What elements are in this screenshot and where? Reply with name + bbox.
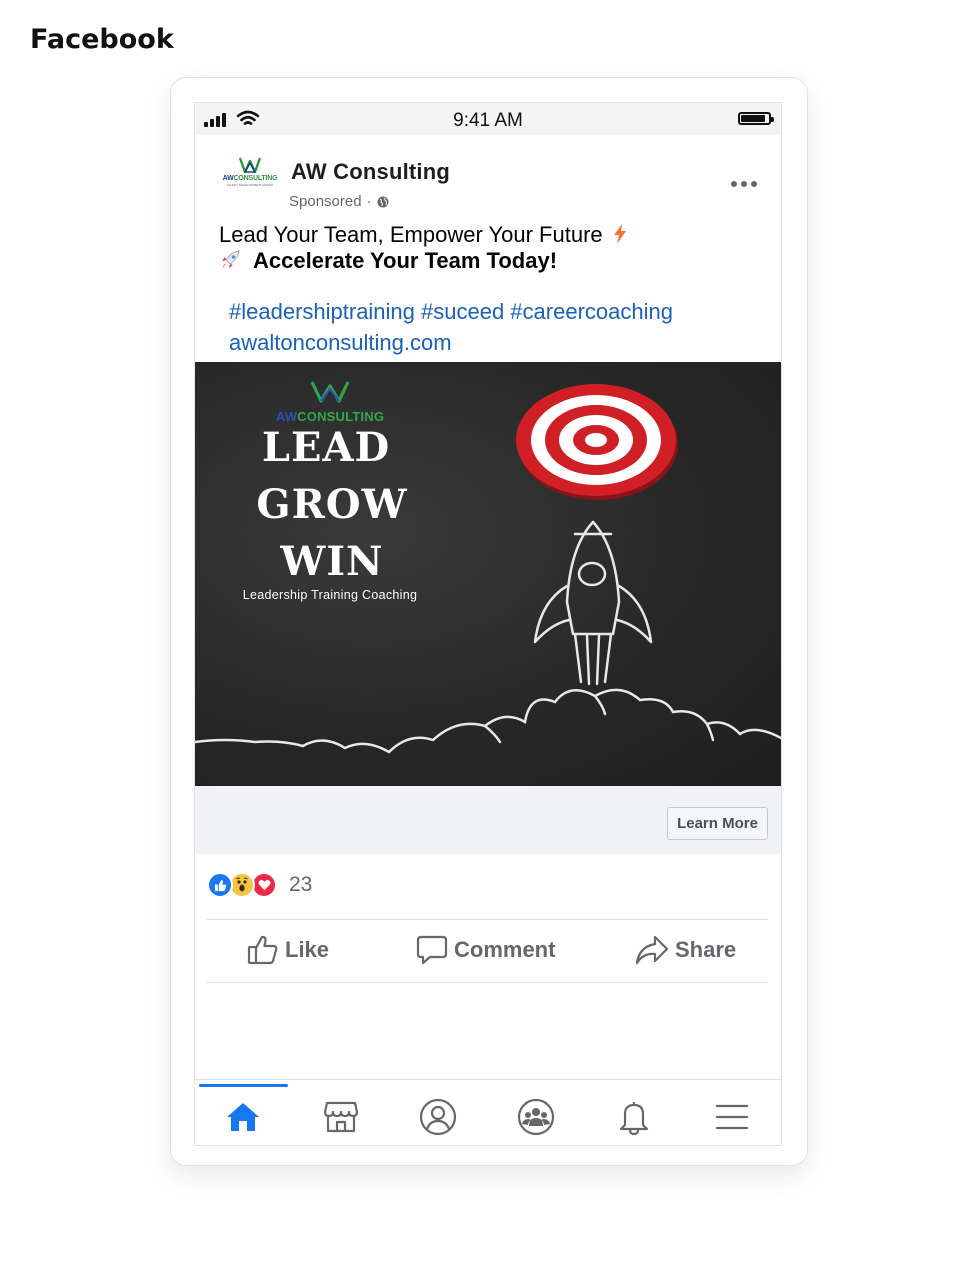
website-link[interactable]: awaltonconsulting.com: [229, 327, 673, 358]
logo-text: AWCONSULTING: [222, 175, 278, 182]
cloud-drawing-icon: [195, 688, 781, 754]
phone-screen: 9:41 AM AWCONSULTING TALENT DEVELOPMENT …: [194, 102, 782, 1146]
profile-icon[interactable]: [413, 1092, 463, 1142]
ad-illustration: [195, 384, 781, 754]
globe-icon: [377, 196, 389, 207]
sponsored-label[interactable]: Sponsored: [289, 193, 362, 210]
bottom-nav: [195, 1079, 781, 1145]
like-label: Like: [285, 937, 330, 962]
page-label: Facebook: [30, 24, 174, 55]
ad-image[interactable]: AWCONSULTING LEAD GROW WIN Leadership Tr…: [195, 362, 781, 786]
thumbs-up-icon: [247, 935, 278, 965]
post-links: #leadershiptraining #suceed #careercoach…: [229, 296, 673, 358]
target-icon: [516, 384, 678, 500]
comment-label: Comment: [454, 937, 556, 962]
logo-subtext: TALENT DEVELOPMENT GROUP: [226, 183, 274, 187]
share-icon: [635, 935, 669, 965]
like-button[interactable]: Like: [247, 925, 329, 975]
lightning-emoji-icon: [613, 224, 626, 244]
page-name[interactable]: AW Consulting: [291, 159, 450, 185]
caption-line-2: Accelerate Your Team Today!: [219, 248, 557, 274]
reaction-count: 23: [289, 873, 313, 896]
groups-icon[interactable]: [511, 1092, 561, 1142]
marketplace-icon[interactable]: [316, 1092, 366, 1142]
status-bar: 9:41 AM: [195, 103, 781, 135]
battery-level: [741, 115, 766, 122]
more-options-icon[interactable]: [731, 181, 761, 191]
comment-icon: [416, 935, 448, 965]
share-label: Share: [675, 937, 737, 962]
status-time: 9:41 AM: [453, 110, 523, 131]
battery-icon: [738, 112, 774, 125]
active-tab-indicator: [199, 1084, 288, 1087]
like-reaction-icon: [207, 872, 233, 898]
rocket-drawing-icon: [533, 520, 653, 686]
page-logo[interactable]: AWCONSULTING TALENT DEVELOPMENT GROUP: [217, 153, 283, 193]
comment-button[interactable]: Comment: [416, 925, 555, 975]
menu-icon[interactable]: [707, 1092, 757, 1142]
logo-mark-icon: [239, 157, 261, 174]
phone-frame: 9:41 AM AWCONSULTING TALENT DEVELOPMENT …: [170, 77, 808, 1166]
divider-bottom: [207, 982, 768, 983]
caption-line-1: Lead Your Team, Empower Your Future: [219, 222, 627, 248]
cta-bar: Learn More: [195, 786, 781, 854]
reactions-summary[interactable]: 23: [207, 872, 312, 898]
hashtags-link[interactable]: #leadershiptraining #suceed #careercoach…: [229, 296, 673, 327]
rocket-emoji-icon: [222, 250, 240, 269]
meta-separator: ·: [366, 193, 372, 210]
post-meta: Sponsored ·: [289, 193, 389, 210]
divider-top: [207, 919, 768, 920]
home-icon[interactable]: [218, 1092, 268, 1142]
share-button[interactable]: Share: [635, 925, 736, 975]
learn-more-button[interactable]: Learn More: [667, 807, 768, 840]
notifications-icon[interactable]: [609, 1092, 659, 1142]
